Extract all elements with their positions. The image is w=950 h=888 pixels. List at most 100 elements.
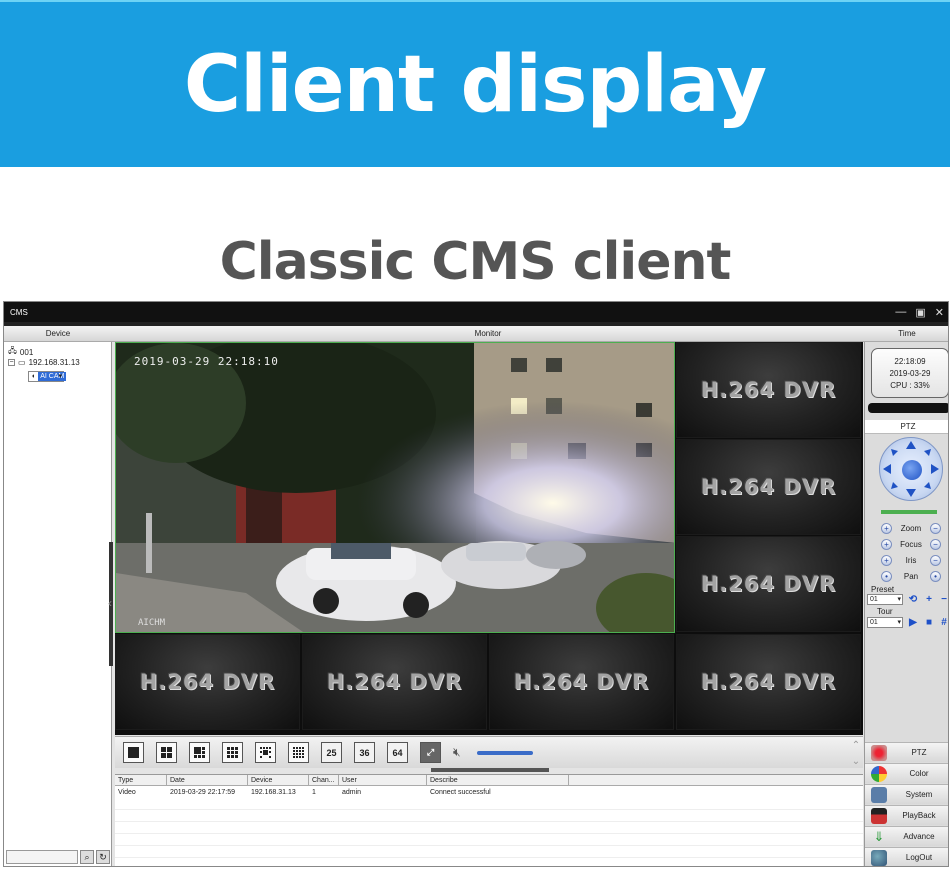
col-user[interactable]: User — [339, 774, 427, 786]
menu-playback[interactable]: PlayBack — [865, 805, 948, 825]
layout-36-button[interactable]: 36 — [354, 742, 375, 763]
restore-button[interactable]: ▣ — [915, 306, 925, 319]
banner-title: Client display — [183, 39, 767, 130]
window-title: CMS — [10, 307, 28, 317]
pan-control: • Pan • — [881, 571, 941, 582]
zoom-control: + Zoom − — [881, 523, 941, 534]
search-input[interactable] — [6, 850, 78, 864]
empty-channel[interactable]: H.264 DVR — [489, 634, 674, 730]
advance-icon: ⇓ — [873, 828, 885, 844]
clock-date: 2019-03-29 — [889, 368, 931, 378]
preset-goto-icon[interactable]: ⟲ — [907, 594, 919, 606]
layout-9-icon[interactable] — [222, 742, 243, 763]
log-splitter[interactable] — [431, 768, 549, 772]
log-table-header: Type Date Device Chan... User Describe — [115, 774, 863, 786]
toolbar-scroll[interactable]: ⌃ ⌄ — [849, 737, 863, 769]
clock-time: 22:18:09 — [894, 356, 926, 366]
row-divider — [115, 821, 863, 822]
tree-root[interactable]: 🖧 001 — [8, 345, 33, 359]
zoom-out-icon[interactable]: − — [929, 523, 941, 534]
tree-device[interactable]: − ▭ 192.168.31.13 — [8, 358, 80, 367]
focus-plus-icon[interactable]: + — [881, 539, 892, 550]
search-icon[interactable]: ⌕ — [80, 850, 94, 864]
table-row[interactable]: Video 2019-03-29 22:17:59 192.168.31.13 … — [115, 787, 569, 798]
tour-stop-icon[interactable]: ■ — [923, 617, 935, 629]
empty-channel[interactable]: H.264 DVR — [676, 536, 861, 632]
tour-play-icon[interactable]: ▶ — [907, 617, 919, 629]
close-button[interactable]: ✕ — [935, 306, 944, 319]
camera-icon: ◖ — [31, 373, 36, 380]
empty-channel[interactable]: H.264 DVR — [676, 342, 861, 438]
row-divider — [115, 857, 863, 858]
iris-minus-icon[interactable]: − — [929, 555, 941, 566]
row-divider — [115, 845, 863, 846]
logout-icon — [871, 849, 887, 866]
osd-channel-name: AICHM — [138, 618, 166, 628]
preset-remove-icon[interactable]: − — [938, 594, 948, 606]
empty-channel[interactable]: H.264 DVR — [676, 439, 861, 535]
ptz-speed-slider[interactable] — [881, 510, 937, 514]
preset-add-icon[interactable]: + — [923, 594, 935, 606]
layout-6-icon[interactable] — [189, 742, 210, 763]
cpu-usage: CPU : 33% — [890, 380, 930, 390]
focus-minus-icon[interactable]: − — [929, 539, 941, 550]
menu-color[interactable]: Color — [865, 763, 948, 783]
minimize-button[interactable]: — — [895, 306, 906, 318]
time-header: Time — [864, 326, 948, 342]
collapse-icon[interactable]: − — [8, 359, 15, 366]
pan-start-icon[interactable]: • — [881, 571, 892, 582]
ptz-title: PTZ — [865, 420, 948, 434]
menu-ptz[interactable]: PTZ — [865, 742, 948, 762]
layout-toolbar: 25 36 64 ⤢ 🔇︎ ⌃ ⌄ — [115, 736, 863, 768]
menu-system[interactable]: System — [865, 784, 948, 804]
ptz-center-button[interactable] — [902, 460, 922, 480]
col-date[interactable]: Date — [167, 774, 248, 786]
menu-logout[interactable]: LogOut — [865, 847, 948, 866]
focus-control: + Focus − — [881, 539, 941, 550]
tour-grid-icon[interactable]: # — [938, 617, 948, 629]
collapse-left-icon[interactable]: ‹ — [108, 596, 112, 610]
zoom-in-icon[interactable]: + — [881, 523, 892, 534]
layout-1-icon[interactable] — [123, 742, 144, 763]
menu-advance[interactable]: ⇓ Advance — [865, 826, 948, 846]
ptz-icon — [871, 744, 887, 761]
layout-25-button[interactable]: 25 — [321, 742, 342, 763]
tour-select[interactable]: 01 — [867, 617, 903, 628]
status-bar — [868, 403, 948, 413]
scroll-up-icon[interactable]: ⌃ — [852, 740, 860, 751]
empty-channel[interactable]: H.264 DVR — [115, 634, 300, 730]
monitor-grid: 2019-03-29 22:18:10 AICHM H.264 DVR H.26… — [115, 342, 863, 735]
col-describe[interactable]: Describe — [427, 774, 569, 786]
pan-stop-icon[interactable]: • — [929, 571, 941, 582]
layout-4-icon[interactable] — [156, 742, 177, 763]
layout-13-icon[interactable] — [255, 742, 276, 763]
volume-slider[interactable] — [476, 750, 533, 755]
title-bar: CMS — ▣ ✕ — [4, 302, 948, 322]
live-video-frame — [116, 343, 674, 632]
layout-16-icon[interactable] — [288, 742, 309, 763]
banner: Client display — [0, 0, 950, 167]
empty-channel[interactable]: H.264 DVR — [676, 634, 861, 730]
dvr-icon: ▭ — [18, 358, 26, 367]
group-icon: 🖧 — [8, 346, 17, 355]
device-header: Device — [4, 326, 112, 342]
col-type[interactable]: Type — [115, 774, 167, 786]
fullscreen-icon[interactable]: ⤢ — [420, 742, 441, 763]
device-search: ⌕ ↻ — [6, 850, 110, 864]
preset-select[interactable]: 01 — [867, 594, 903, 605]
live-video[interactable]: 2019-03-29 22:18:10 AICHM — [115, 342, 675, 633]
playback-icon — [871, 807, 887, 824]
scroll-down-icon[interactable]: ⌄ — [852, 756, 860, 767]
preset-label: Preset — [871, 585, 895, 594]
mute-icon[interactable]: 🔇︎ — [453, 745, 461, 760]
refresh-icon[interactable]: ↻ — [96, 850, 110, 864]
ptz-direction-pad[interactable] — [879, 437, 943, 501]
empty-channel[interactable]: H.264 DVR — [302, 634, 487, 730]
col-device[interactable]: Device — [248, 774, 309, 786]
cms-window: CMS — ▣ ✕ Device Monitor Time 🖧 001 − ▭ … — [3, 301, 949, 867]
tree-camera[interactable]: ◖ AI CAM — [28, 371, 67, 382]
layout-64-button[interactable]: 64 — [387, 742, 408, 763]
col-channel[interactable]: Chan... — [309, 774, 339, 786]
iris-plus-icon[interactable]: + — [881, 555, 892, 566]
iris-control: + Iris − — [881, 555, 941, 566]
